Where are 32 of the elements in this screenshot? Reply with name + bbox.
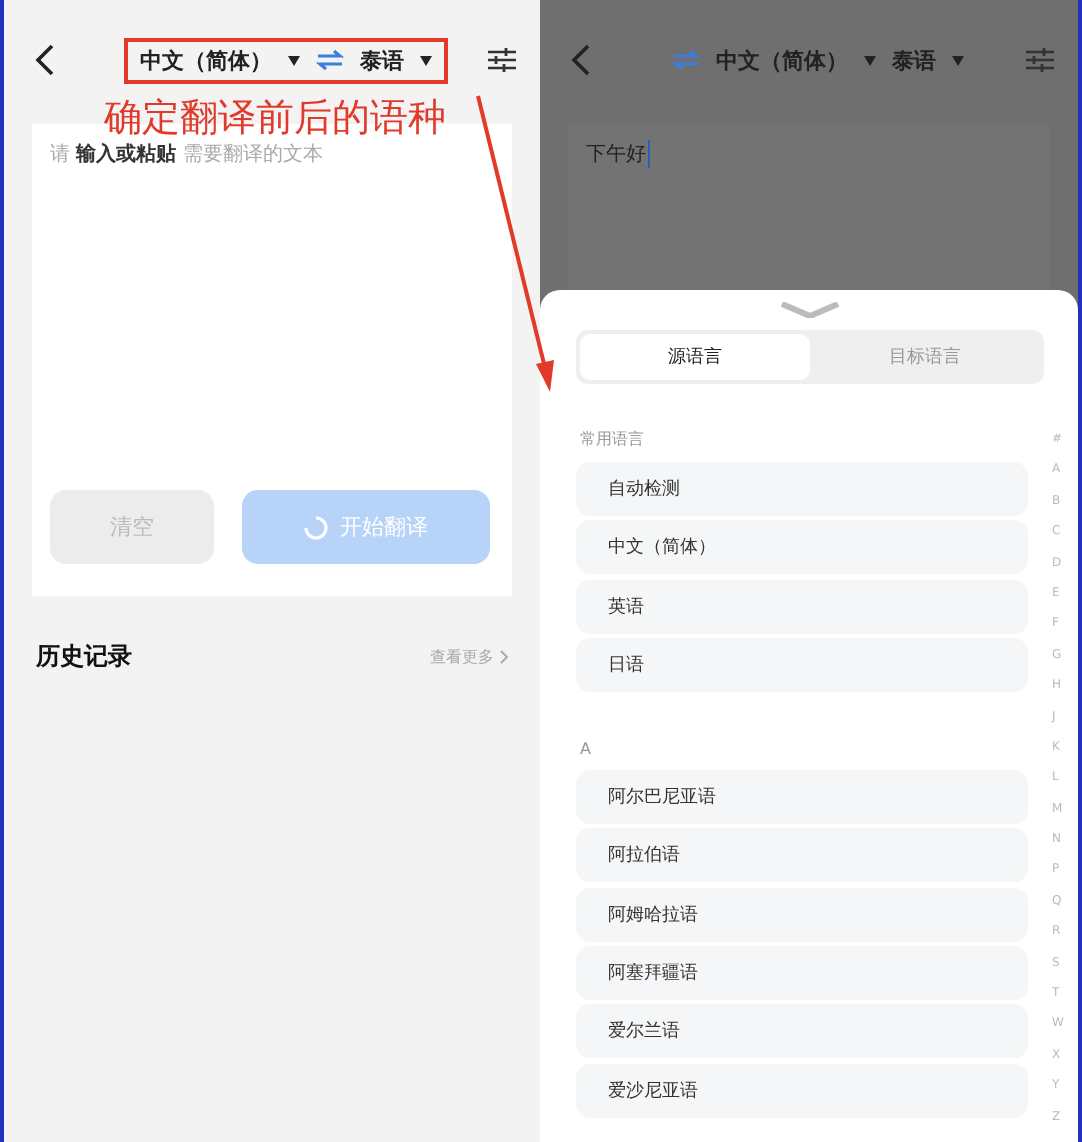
swap-icon[interactable] — [316, 50, 344, 70]
language-item[interactable]: 阿拉伯语 — [576, 828, 1028, 883]
target-language-dropdown[interactable]: 泰语 — [892, 45, 936, 75]
source-language-dropdown[interactable]: 中文（简体） — [716, 45, 848, 75]
caret-icon — [952, 55, 964, 65]
see-more-link[interactable]: 查看更多 — [430, 646, 494, 668]
caret-icon — [288, 55, 300, 65]
language-item[interactable]: 日语 — [576, 637, 1028, 692]
language-tab[interactable]: 目标语言 — [810, 334, 1040, 380]
language-item[interactable]: 阿尔巴尼亚语 — [576, 770, 1028, 825]
language-item[interactable]: 中文（简体） — [576, 520, 1028, 575]
language-item[interactable]: 阿姆哈拉语 — [576, 887, 1028, 942]
input-placeholder: 请 输入或粘贴 需要翻译的文本 — [50, 141, 325, 168]
language-item[interactable]: 阿塞拜疆语 — [576, 946, 1028, 1001]
caret-icon — [864, 55, 876, 65]
source-language-dropdown[interactable]: 中文（简体） — [140, 45, 272, 75]
target-language-dropdown[interactable]: 泰语 — [360, 45, 404, 75]
language-tab[interactable]: 源语言 — [580, 334, 810, 380]
section-title: 常用语言 — [580, 428, 646, 450]
input-text: 下午好 — [586, 140, 650, 168]
caret-icon — [420, 55, 432, 65]
section-title: A — [580, 740, 593, 759]
chevron-right-icon — [500, 650, 508, 664]
spinner-icon — [304, 515, 328, 539]
collapse-icon[interactable] — [779, 302, 839, 318]
settings-icon[interactable] — [488, 46, 516, 74]
translate-button[interactable]: 开始翻译 — [242, 490, 490, 564]
history-title: 历史记录 — [36, 640, 132, 674]
language-item[interactable]: 自动检测 — [576, 462, 1028, 516]
language-item[interactable]: 爱尔兰语 — [576, 1004, 1028, 1059]
language-item[interactable]: 英语 — [576, 579, 1028, 634]
language-item[interactable]: 爱沙尼亚语 — [576, 1063, 1028, 1118]
